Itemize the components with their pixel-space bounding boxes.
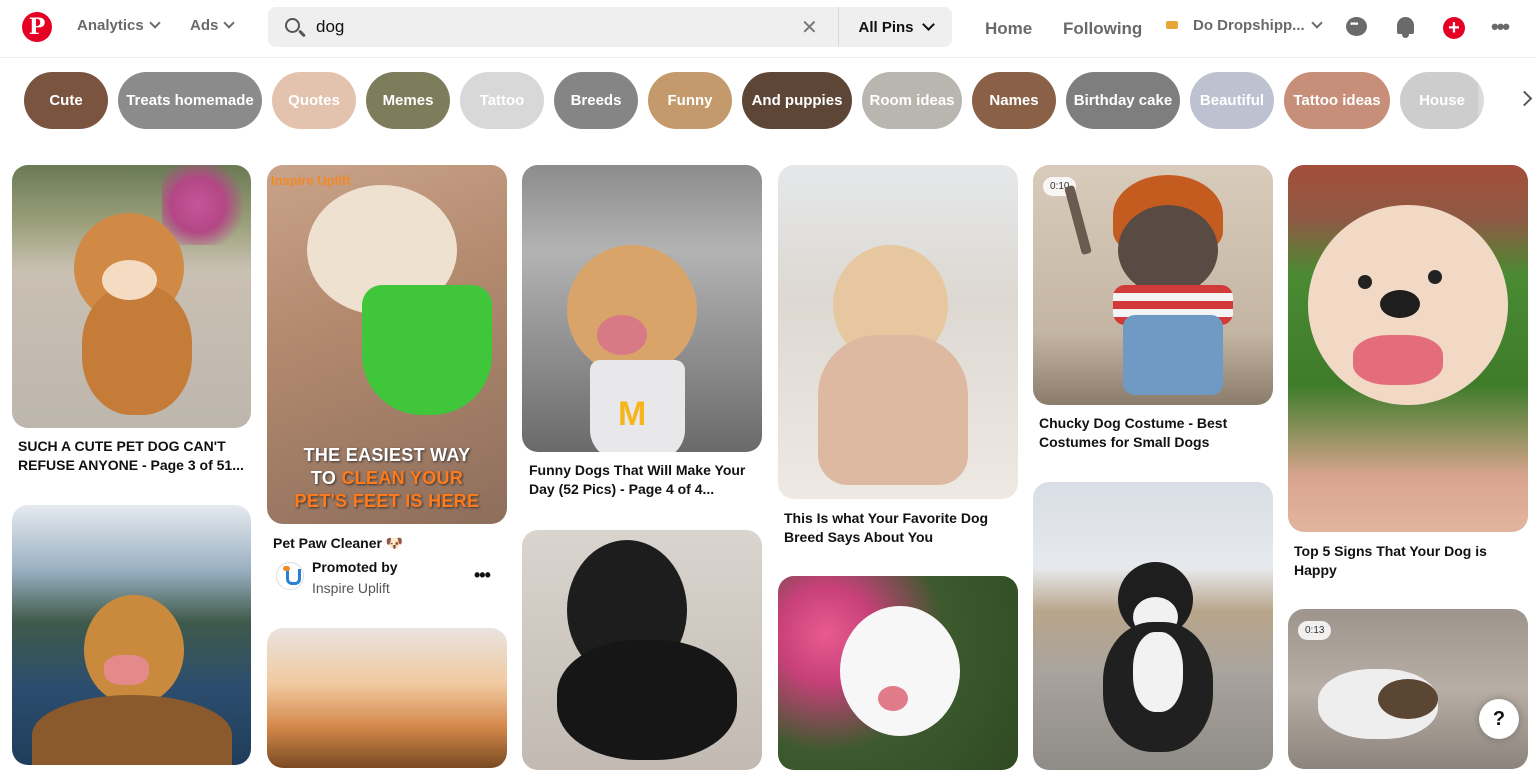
- dog-body: [557, 640, 737, 760]
- ad-headline-3: PET'S FEET IS HERE: [294, 491, 480, 511]
- dog-muzzle: [102, 260, 157, 300]
- chevron-down-icon: [223, 17, 236, 29]
- promoter-name[interactable]: Inspire Uplift: [312, 580, 390, 596]
- chip-tattoo-ideas[interactable]: Tattoo ideas: [1284, 72, 1390, 129]
- chip-beautiful[interactable]: Beautiful: [1190, 72, 1274, 129]
- pinterest-logo-icon[interactable]: P: [22, 12, 52, 42]
- account-name: Do Dropshipp...: [1193, 17, 1305, 34]
- dog-head: [567, 245, 697, 375]
- suggestion-chips: Cute Treats homemade Quotes Memes Tattoo Bree…: [24, 72, 1484, 129]
- dog-chest: [1133, 632, 1183, 712]
- chip-quotes[interactable]: Quotes: [272, 72, 356, 129]
- following-link[interactable]: Following: [1063, 19, 1142, 39]
- create-plus-icon[interactable]: +: [1443, 17, 1465, 39]
- drink-cup: M: [590, 360, 685, 452]
- more-options-icon[interactable]: •••: [1491, 14, 1515, 39]
- m-logo-icon: M: [618, 395, 647, 433]
- chip-cute[interactable]: Cute: [24, 72, 108, 129]
- dog-nose: [1380, 290, 1420, 318]
- search-icon: [285, 18, 300, 33]
- pin-title[interactable]: Top 5 Signs That Your Dog is Happy: [1294, 542, 1526, 580]
- chip-names[interactable]: Names: [972, 72, 1056, 129]
- chevron-down-icon: [921, 18, 935, 31]
- pin-image-golden-blanket[interactable]: [778, 165, 1018, 499]
- pin-image-black-lab[interactable]: [522, 530, 762, 770]
- account-switcher[interactable]: Do Dropshipp...: [1163, 17, 1323, 34]
- chip-breeds[interactable]: Breeds: [554, 72, 638, 129]
- ads-menu[interactable]: Ads: [190, 17, 236, 34]
- search-bar: ✕ All Pins: [268, 7, 952, 47]
- analytics-label: Analytics: [77, 17, 144, 34]
- chip-funny[interactable]: Funny: [648, 72, 732, 129]
- knife-prop: [1064, 184, 1092, 256]
- dog-head: [1118, 205, 1218, 295]
- home-link[interactable]: Home: [985, 19, 1032, 39]
- search-filter-label: All Pins: [858, 18, 914, 36]
- knit-blanket: [818, 335, 968, 485]
- analytics-menu[interactable]: Analytics: [77, 17, 161, 34]
- pin-image-shiba[interactable]: [12, 165, 251, 428]
- search-input[interactable]: [316, 16, 786, 38]
- dog-tongue: [104, 655, 149, 685]
- dog-tongue: [1353, 335, 1443, 385]
- chip-and-puppies[interactable]: And puppies: [742, 72, 852, 129]
- pin-more-options-icon[interactable]: •••: [474, 565, 491, 586]
- chevron-down-icon: [149, 17, 161, 29]
- account-avatar-icon: [1163, 19, 1185, 33]
- pin-title[interactable]: Funny Dogs That Will Make Your Day (52 P…: [529, 461, 761, 499]
- pin-image-sunset-dog[interactable]: [267, 628, 507, 768]
- chip-house[interactable]: House: [1400, 72, 1484, 129]
- ad-headline-2: TO CLEAN YOUR: [310, 468, 464, 488]
- chip-treats-homemade[interactable]: Treats homemade: [118, 72, 262, 129]
- ads-label: Ads: [190, 17, 219, 34]
- denim-overalls: [1123, 315, 1223, 395]
- help-button[interactable]: ?: [1479, 699, 1519, 739]
- canoe: [32, 695, 232, 765]
- pin-image-chucky-costume[interactable]: 0:10: [1033, 165, 1273, 405]
- notifications-bell-icon[interactable]: [1394, 16, 1418, 40]
- promoted-by-label: Promoted by: [312, 559, 398, 575]
- pin-title[interactable]: Chucky Dog Costume - Best Costumes for S…: [1039, 414, 1271, 452]
- pin-image-sleeping-puppy[interactable]: 0:13: [1288, 609, 1528, 769]
- messages-icon[interactable]: [1345, 16, 1369, 40]
- pin-image-golden-canoe[interactable]: [12, 505, 251, 765]
- dog-head: [840, 606, 960, 736]
- top-header: P Analytics Ads ✕ All Pins Home Followin…: [0, 0, 1536, 58]
- dog-body: [82, 285, 192, 415]
- chip-birthday-cake[interactable]: Birthday cake: [1066, 72, 1180, 129]
- dog-tongue: [878, 686, 908, 711]
- pin-title[interactable]: Pet Paw Cleaner 🐶: [273, 534, 505, 553]
- video-duration-badge: 0:13: [1298, 621, 1332, 640]
- brand-logo: Inspire Uplift: [271, 173, 351, 188]
- chip-tattoo[interactable]: Tattoo: [460, 72, 544, 129]
- pin-title[interactable]: This Is what Your Favorite Dog Breed Say…: [784, 509, 1016, 547]
- pin-title[interactable]: SUCH A CUTE PET DOG CAN'T REFUSE ANYONE …: [18, 437, 250, 475]
- inspire-uplift-logo-icon[interactable]: [276, 562, 304, 590]
- dog-mouth: [597, 315, 647, 355]
- chevron-down-icon: [1311, 17, 1323, 29]
- search-filter-dropdown[interactable]: All Pins: [838, 7, 952, 47]
- pin-image-border-collie[interactable]: [1033, 482, 1273, 770]
- dog-eye: [1428, 270, 1442, 284]
- dog-head: [84, 595, 184, 705]
- ad-headline-1: THE EASIEST WAY: [303, 445, 471, 465]
- dog-eye: [1358, 275, 1372, 289]
- chip-memes[interactable]: Memes: [366, 72, 450, 129]
- dog-ear: [1378, 679, 1438, 719]
- flower-bush: [162, 165, 251, 245]
- chip-room-ideas[interactable]: Room ideas: [862, 72, 962, 129]
- paw-cleaner-cup: [362, 285, 492, 415]
- pin-image-puppy-mcdonalds[interactable]: M: [522, 165, 762, 452]
- clear-search-icon[interactable]: ✕: [801, 15, 818, 40]
- pin-image-paw-cleaner-ad[interactable]: Inspire Uplift THE EASIEST WAY TO CLEAN …: [267, 165, 507, 524]
- pin-image-samoyed[interactable]: [778, 576, 1018, 770]
- pin-image-happy-puppy[interactable]: [1288, 165, 1528, 532]
